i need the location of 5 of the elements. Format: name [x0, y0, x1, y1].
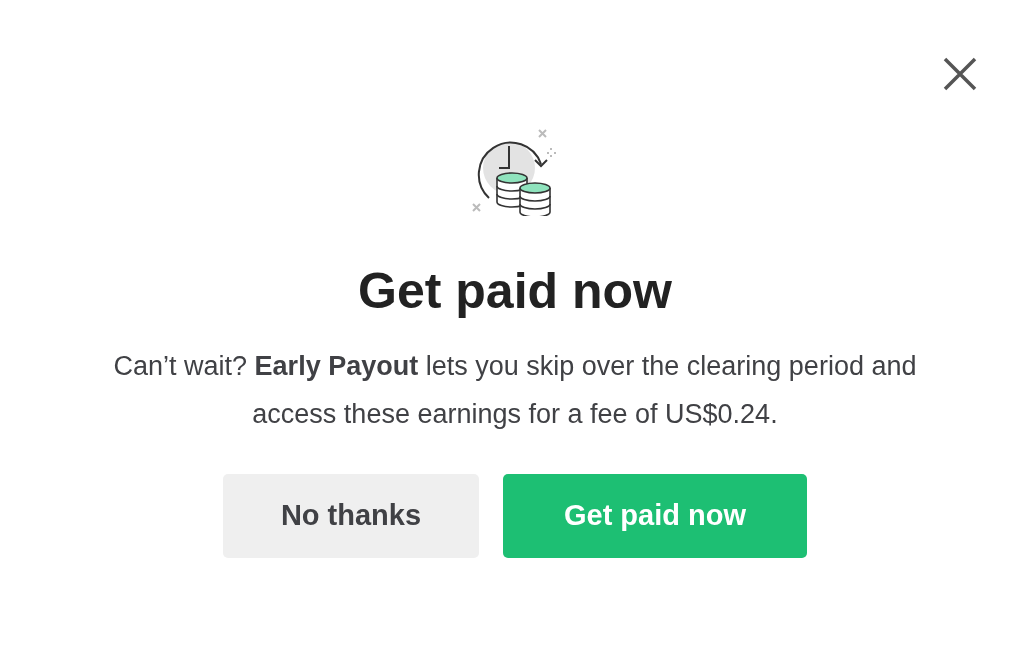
- secondary-button[interactable]: No thanks: [223, 474, 479, 558]
- dialog-title: Get paid now: [358, 266, 672, 316]
- close-button[interactable]: [942, 56, 978, 92]
- dialog-message: Can’t wait? Early Payout lets you skip over the clearing period and access these earnings for a fee of US$0.24.: [112, 350, 918, 431]
- close-icon: [943, 57, 977, 91]
